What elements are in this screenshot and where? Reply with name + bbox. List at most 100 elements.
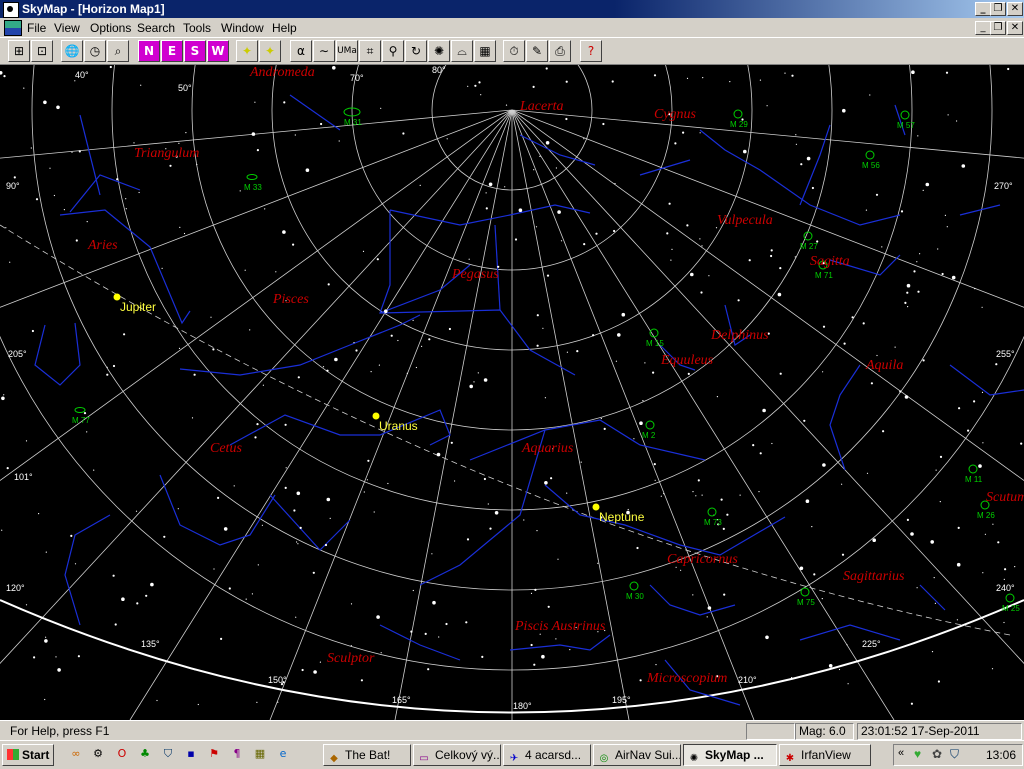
task-celkovy[interactable]: ▭ Celkový vý... [413, 744, 501, 766]
menu-tools[interactable]: Tools [183, 21, 211, 35]
star [603, 427, 606, 430]
star [438, 636, 440, 638]
tray-expand-icon[interactable]: « [898, 747, 904, 759]
east-button[interactable]: E [161, 40, 183, 62]
menu-window[interactable]: Window [221, 21, 264, 35]
horizon-grid-icon[interactable]: ⌓ [451, 40, 473, 62]
find-icon[interactable]: ⌕ [107, 40, 129, 62]
tray-security-icon[interactable]: ⛉ [950, 747, 959, 762]
minimize-button[interactable]: _ [975, 2, 991, 16]
start-button[interactable]: Start [2, 744, 54, 766]
timer-icon[interactable]: ⏱ [503, 40, 525, 62]
star [334, 357, 338, 362]
quicklaunch-opera-icon[interactable]: O [114, 746, 130, 762]
task-acarsd[interactable]: ✈ 4 acarsd... [503, 744, 591, 766]
quicklaunch-save-icon[interactable]: ▪ [183, 746, 199, 762]
star [706, 616, 708, 618]
task-skymap[interactable]: ✺ SkyMap ... [683, 744, 777, 766]
task-irfanview[interactable]: ✱ IrfanView [779, 744, 871, 766]
tray-shield-icon[interactable]: ♥ [914, 747, 921, 761]
star [913, 270, 916, 273]
constellation-label: Sculptor [327, 651, 375, 666]
star [93, 469, 95, 471]
rotate-icon[interactable]: ↻ [405, 40, 427, 62]
boundaries-icon[interactable]: ⌗ [359, 40, 381, 62]
uma-button[interactable]: UMa [336, 40, 358, 62]
star-cross-2-icon[interactable]: ✦ [259, 40, 281, 62]
quicklaunch-cat-icon[interactable]: ⚙ [90, 746, 106, 762]
star [770, 249, 773, 252]
close-button[interactable]: ✕ [1007, 2, 1023, 16]
tray-gear-icon[interactable]: ✿ [932, 747, 942, 761]
skymap-icon: ✺ [689, 753, 699, 764]
globe-icon[interactable]: 🌐 [61, 40, 83, 62]
north-button[interactable]: N [138, 40, 160, 62]
system-tray: « ♥ ✿ ⛉ 13:06 [893, 744, 1023, 766]
menu-help[interactable]: Help [272, 21, 297, 35]
star [57, 668, 61, 672]
menu-file[interactable]: File [27, 21, 46, 35]
menu-search[interactable]: Search [137, 21, 175, 35]
star [370, 371, 372, 373]
doc-close-button[interactable]: ✕ [1007, 21, 1023, 35]
star [944, 214, 947, 216]
zoom-fit-icon[interactable]: ⊡ [31, 40, 53, 62]
star [245, 598, 247, 600]
zoom-extents-icon[interactable]: ⊞ [8, 40, 30, 62]
document-icon[interactable] [4, 20, 22, 36]
star [261, 524, 263, 526]
star [882, 430, 885, 433]
pen-icon[interactable]: ✎ [526, 40, 548, 62]
star [363, 491, 365, 493]
star [870, 382, 874, 385]
star-cross-icon[interactable]: ✦ [236, 40, 258, 62]
task-thebat[interactable]: ◆ The Bat! [323, 744, 411, 766]
star [1004, 568, 1007, 571]
task-airnav[interactable]: ◎ AirNav Sui... [593, 744, 681, 766]
star [488, 182, 493, 187]
doc-minimize-button[interactable]: _ [975, 21, 991, 35]
quicklaunch-text-icon[interactable]: ¶ [229, 746, 245, 762]
sky-map[interactable]: Andromeda Lacerta Cygnus Triangulum Vulpecul… [0, 65, 1024, 720]
star [974, 288, 976, 290]
star [690, 272, 694, 277]
star [759, 452, 762, 455]
skymap-app-icon[interactable] [3, 2, 19, 18]
star [536, 344, 539, 347]
figures-icon[interactable]: ⚲ [382, 40, 404, 62]
doc-restore-button[interactable]: ❐ [990, 21, 1006, 35]
star [666, 232, 669, 235]
star [350, 645, 352, 647]
star [125, 198, 127, 200]
star [822, 371, 824, 373]
restore-button[interactable]: ❐ [990, 2, 1006, 16]
west-button[interactable]: W [207, 40, 229, 62]
print-icon[interactable]: ⎙ [549, 40, 571, 62]
quicklaunch-ie-icon[interactable]: e [275, 746, 291, 762]
menu-options[interactable]: Options [90, 21, 131, 35]
menu-view[interactable]: View [54, 21, 80, 35]
south-button[interactable]: S [184, 40, 206, 62]
star [894, 346, 896, 348]
quicklaunch-frog-icon[interactable]: ♣ [137, 746, 153, 762]
quicklaunch-acars-icon[interactable]: ∞ [68, 746, 84, 762]
star [312, 571, 315, 574]
galaxy-icon[interactable]: ✺ [428, 40, 450, 62]
context-help-icon[interactable]: ? [580, 40, 602, 62]
clock-icon[interactable]: ◷ [84, 40, 106, 62]
star [947, 114, 949, 116]
quicklaunch-flag-icon[interactable]: ⚑ [206, 746, 222, 762]
star [654, 479, 656, 481]
star [811, 186, 815, 190]
quicklaunch-tools-icon[interactable]: ▦ [252, 746, 268, 762]
star [729, 81, 731, 83]
star [580, 461, 582, 463]
star [412, 319, 414, 321]
grid-icon[interactable]: ▦ [474, 40, 496, 62]
azimuth-label: 90° [6, 181, 20, 191]
title-bar: SkyMap - [Horizon Map1] _ ❐ ✕ [0, 0, 1024, 18]
quicklaunch-shield-icon[interactable]: ⛉ [160, 746, 176, 762]
star [277, 701, 279, 703]
milky-way-icon[interactable]: ∼ [313, 40, 335, 62]
alpha-button[interactable]: α [290, 40, 312, 62]
